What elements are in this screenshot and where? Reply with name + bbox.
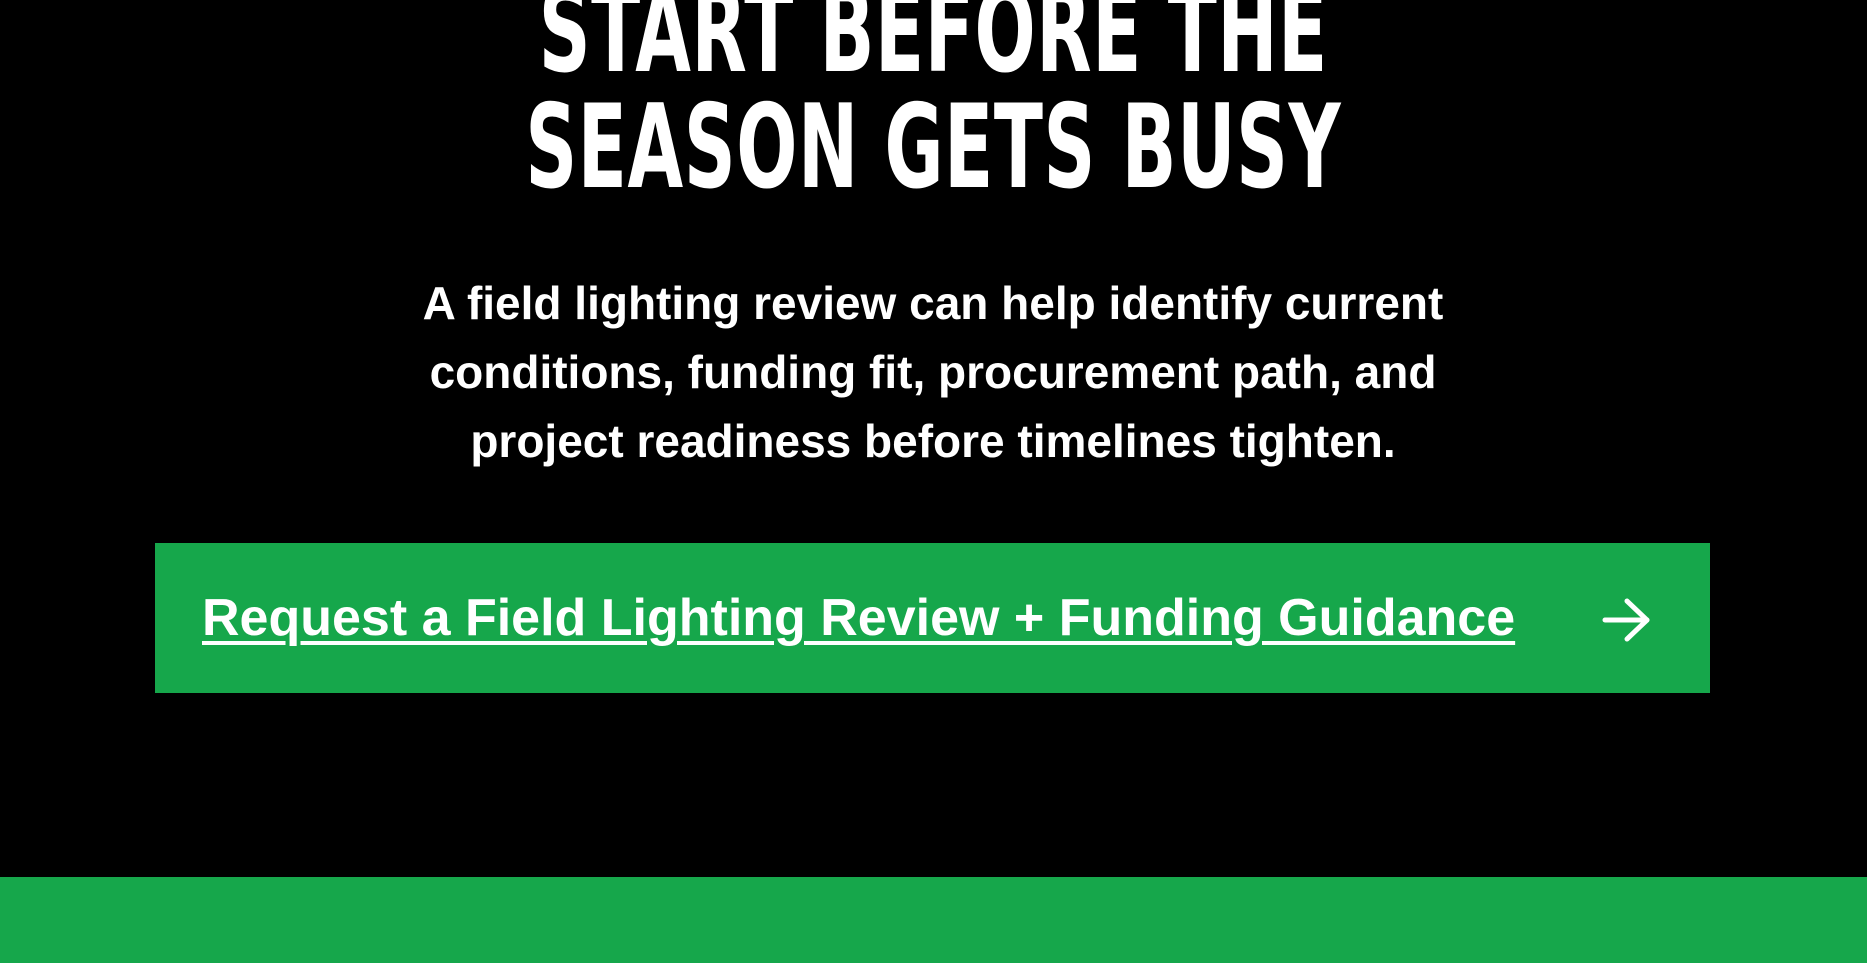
footer-band xyxy=(0,877,1867,963)
request-review-label: Request a Field Lighting Review + Fundin… xyxy=(202,589,1516,647)
request-review-button[interactable]: Request a Field Lighting Review + Fundin… xyxy=(155,543,1710,693)
page: START BEFORE THE SEASON GETS BUSY A fiel… xyxy=(0,0,1867,963)
hero-headline-line-2: SEASON GETS BUSY xyxy=(525,80,1342,215)
hero-headline-line-1: START BEFORE THE xyxy=(538,0,1328,99)
hero-subtext: A field lighting review can help identif… xyxy=(422,277,1444,467)
hero-headline: START BEFORE THE SEASON GETS BUSY xyxy=(355,0,1513,206)
arrow-right-icon xyxy=(1602,598,1650,642)
